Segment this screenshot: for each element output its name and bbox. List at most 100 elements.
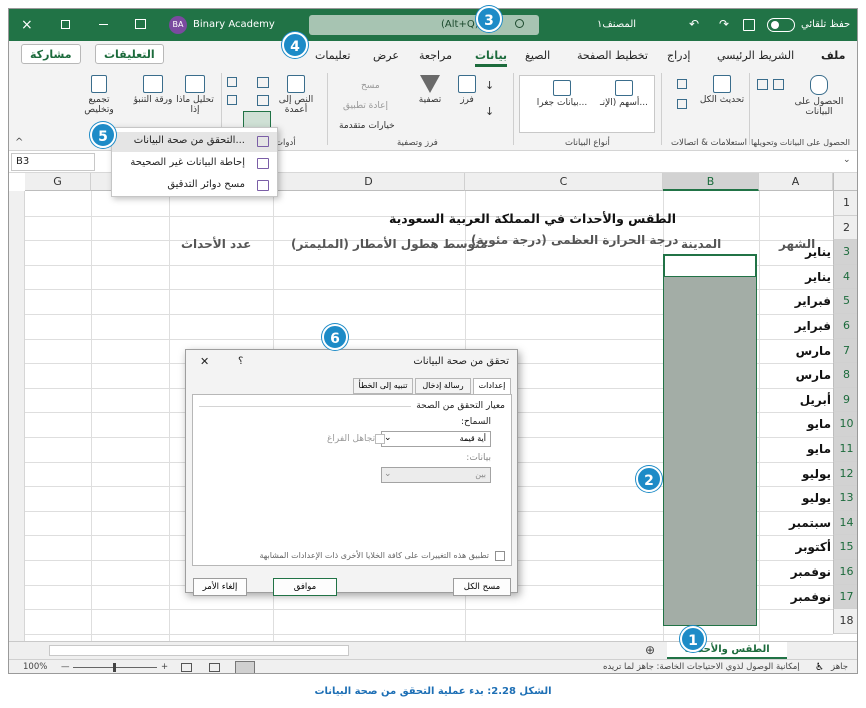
minimize-icon[interactable] — [99, 24, 108, 25]
row-header-13[interactable]: 13 — [833, 486, 857, 511]
collapse-ribbon-icon[interactable]: ^ — [15, 137, 23, 148]
page-layout-view-icon[interactable] — [209, 663, 220, 672]
row-header-14[interactable]: 14 — [833, 510, 857, 536]
menu-item-data-validation[interactable]: التحقق من صحة البيانات... — [112, 132, 277, 152]
data-tools-icon-1[interactable] — [227, 77, 237, 87]
restore-icon[interactable] — [61, 20, 70, 29]
tab-review[interactable]: مراجعة — [419, 49, 452, 62]
tab-help[interactable]: تعليمات — [315, 49, 350, 62]
tab-home[interactable]: الشريط الرئيسي — [717, 49, 794, 62]
tab-settings[interactable]: إعدادات — [473, 378, 511, 395]
column-header-d[interactable]: D — [273, 173, 465, 191]
stocks-type[interactable]: أسهم (الإنـ... — [594, 80, 654, 108]
accessibility-status[interactable]: إمكانية الوصول لذوي الاحتياجات الخاصة: ج… — [603, 662, 800, 672]
row-header-18[interactable]: 18 — [833, 609, 857, 634]
what-if-button[interactable]: تحليل ماذا إذا — [175, 75, 215, 115]
header-rainfall[interactable]: متوسط هطول الأمطار (المليمتر) — [291, 237, 487, 251]
zoom-out-button[interactable]: — — [61, 662, 70, 672]
row-header-4[interactable]: 4 — [833, 264, 857, 290]
header-max-temp[interactable]: درجة الحرارة العظمى (درجة مئوية) — [471, 233, 678, 247]
filter-button[interactable]: تصفية — [413, 75, 447, 105]
ribbon-display-icon[interactable] — [135, 19, 146, 29]
sort-button[interactable]: فرز — [455, 75, 479, 105]
month-cell[interactable]: مارس — [796, 344, 831, 358]
row-header-17[interactable]: 17 — [833, 584, 857, 610]
header-city[interactable]: المدينة — [681, 237, 721, 251]
avatar[interactable]: BA — [169, 16, 187, 34]
month-cell[interactable]: يوليو — [802, 467, 831, 481]
month-cell[interactable]: سبتمبر — [789, 516, 831, 530]
tab-input-message[interactable]: رسالة إدخال — [415, 378, 471, 394]
column-header-g[interactable]: G — [25, 173, 91, 191]
close-button[interactable]: ✕ — [200, 355, 209, 368]
month-cell[interactable]: أبريل — [800, 393, 831, 407]
month-cell[interactable]: فبراير — [795, 319, 831, 333]
row-header-2[interactable]: 2 — [833, 215, 857, 241]
tab-formulas[interactable]: الصيغ — [525, 49, 550, 62]
month-cell[interactable]: يناير — [805, 245, 831, 259]
month-cell[interactable]: يناير — [805, 270, 831, 284]
comments-button[interactable]: التعليقات — [95, 44, 164, 64]
cancel-button[interactable]: إلغاء الأمر — [193, 578, 247, 596]
menu-item-circle-invalid[interactable]: إحاطة البيانات غير الصحيحة — [112, 154, 277, 174]
column-header-b[interactable]: B — [663, 173, 759, 191]
month-cell[interactable]: فبراير — [795, 294, 831, 308]
sheet-title[interactable]: الطقس والأحداث في المملكة العربية السعود… — [389, 211, 676, 226]
sort-za-icon[interactable]: ↓ — [485, 105, 494, 118]
autosave-toggle[interactable] — [767, 18, 795, 32]
clear-filter-button[interactable]: مسح — [361, 81, 380, 91]
advanced-filter-button[interactable]: خيارات متقدمة — [339, 121, 395, 131]
menu-item-clear-circles[interactable]: مسح دوائر التدقيق — [112, 176, 277, 196]
month-cell[interactable]: مايو — [807, 417, 831, 431]
data-tools-icon-3[interactable] — [257, 77, 269, 88]
queries-icon-1[interactable] — [677, 79, 687, 89]
share-button[interactable]: مشاركة — [21, 44, 81, 64]
redo-icon[interactable]: ↷ — [719, 17, 729, 31]
month-cell[interactable]: أكتوبر — [796, 540, 831, 554]
name-box[interactable]: B3 — [11, 153, 95, 171]
row-header-9[interactable]: 9 — [833, 387, 857, 413]
active-cell-b3[interactable] — [664, 255, 756, 277]
month-cell[interactable]: مارس — [796, 368, 831, 382]
forecast-sheet-button[interactable]: ورقة التنبؤ — [133, 75, 173, 105]
zoom-in-button[interactable]: + — [161, 662, 168, 672]
zoom-thumb[interactable] — [113, 663, 116, 672]
row-header-6[interactable]: 6 — [833, 314, 857, 339]
reapply-button[interactable]: إعادة تطبيق — [343, 101, 388, 111]
month-cell[interactable]: نوفمبر — [791, 565, 831, 579]
add-sheet-icon[interactable]: ⊕ — [645, 643, 655, 657]
horizontal-scrollbar[interactable] — [49, 645, 349, 656]
tab-error-alert[interactable]: تنبيه إلى الخطأ — [353, 378, 413, 394]
tab-data[interactable]: بيانات — [475, 49, 508, 67]
tab-view[interactable]: عرض — [373, 49, 399, 62]
column-header-a[interactable]: A — [759, 173, 833, 191]
get-data-button[interactable]: الحصول على البيانات — [789, 75, 849, 117]
month-cell[interactable]: مايو — [807, 442, 831, 456]
data-select[interactable]: بين ⌄ — [381, 467, 491, 483]
apply-all-checkbox[interactable] — [495, 551, 505, 561]
normal-view-icon[interactable] — [235, 661, 255, 673]
zoom-level[interactable]: 100% — [23, 662, 47, 672]
close-window-button[interactable]: × — [21, 17, 33, 33]
save-icon[interactable] — [743, 19, 755, 31]
search-box[interactable]: (Alt+Q) — [309, 15, 539, 35]
row-header-15[interactable]: 15 — [833, 535, 857, 560]
get-data-icon-1[interactable] — [757, 79, 768, 90]
month-cell[interactable]: نوفمبر — [791, 590, 831, 604]
row-header-12[interactable]: 12 — [833, 461, 857, 487]
help-button[interactable]: ؟ — [238, 356, 243, 367]
row-header-7[interactable]: 7 — [833, 338, 857, 364]
page-break-view-icon[interactable] — [181, 663, 192, 672]
select-all-corner[interactable] — [833, 173, 857, 191]
sort-az-icon[interactable]: ↓ — [485, 79, 494, 92]
row-header-11[interactable]: 11 — [833, 437, 857, 462]
workbook-name[interactable]: المصنف١ — [597, 19, 636, 30]
row-header-16[interactable]: 16 — [833, 560, 857, 585]
tab-page-layout[interactable]: تخطيط الصفحة — [577, 49, 648, 62]
text-to-columns-button[interactable]: النص إلى أعمدة — [273, 75, 319, 115]
data-tools-icon-2[interactable] — [227, 95, 237, 105]
undo-icon[interactable]: ↶ — [689, 17, 699, 31]
row-header-10[interactable]: 10 — [833, 412, 857, 437]
get-data-icon-2[interactable] — [773, 79, 784, 90]
refresh-all-button[interactable]: تحديث الكل — [699, 75, 745, 105]
